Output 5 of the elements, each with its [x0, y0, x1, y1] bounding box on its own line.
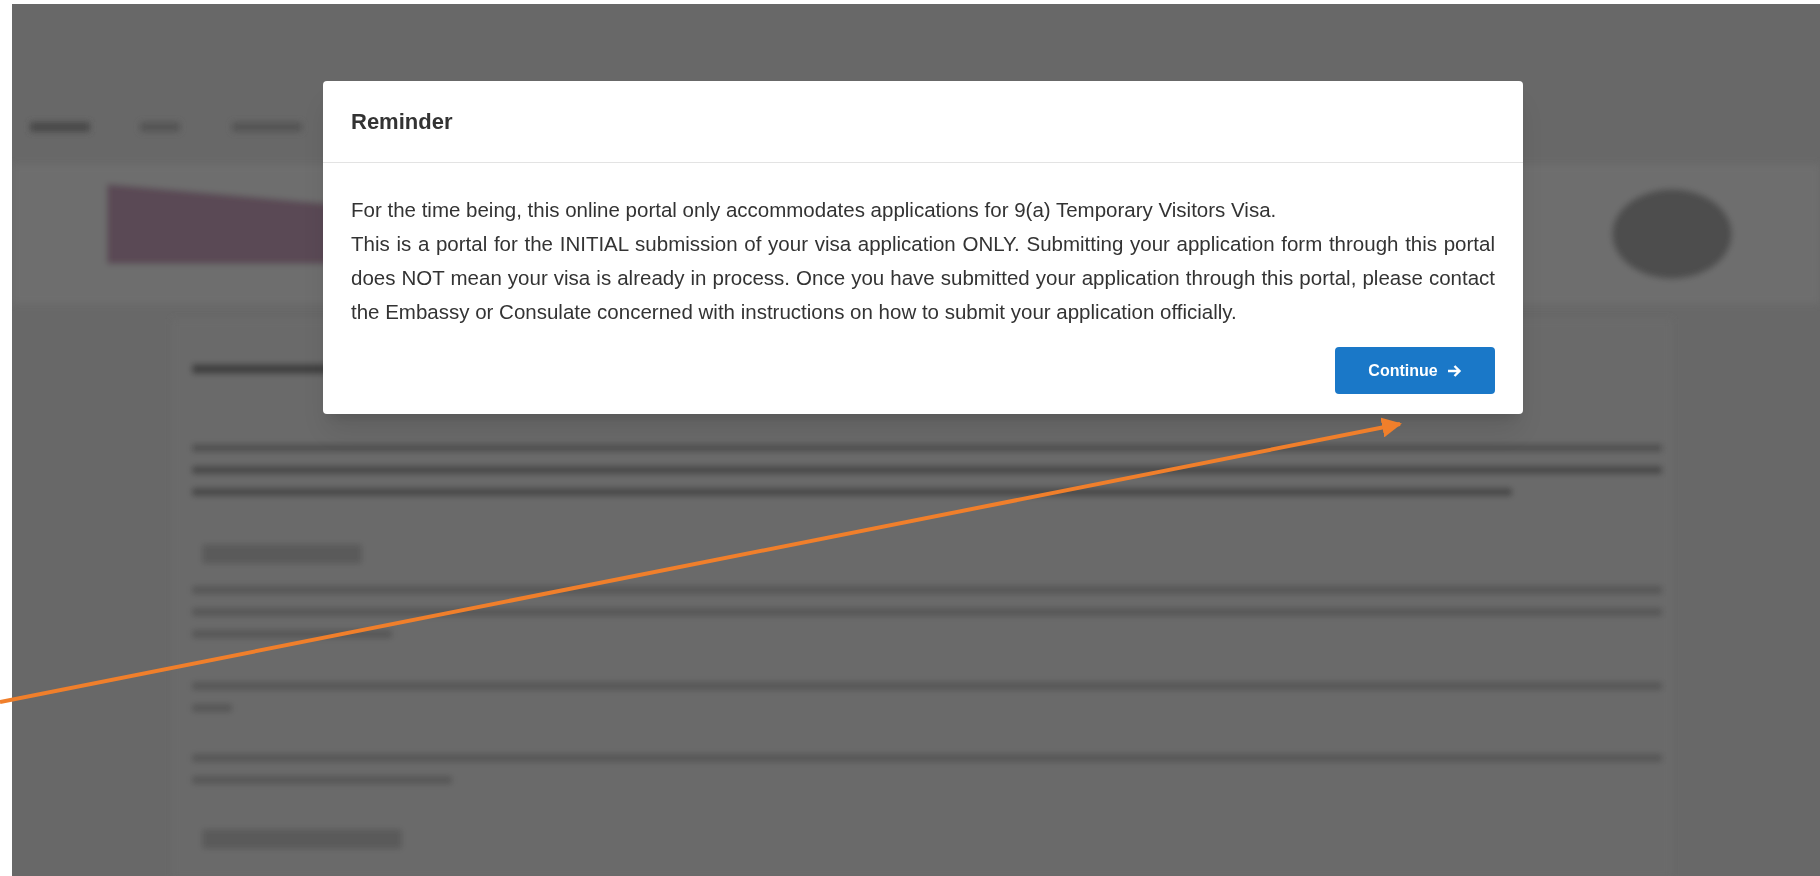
dialog-text: For the time being, this online portal only accommodates applications for 9(a) Temporary Visitors Visa.: [351, 197, 1278, 223]
arrow-right-icon: [1445, 362, 1462, 379]
dialog-title: Reminder: [351, 108, 453, 136]
continue-button[interactable]: Continue: [1335, 347, 1495, 394]
dialog-text: This is a portal for the INITIAL submission of your visa application ONLY. Submitting your application form through this portal does NOT mean your visa is already in process. Once you have submitted your application through this portal, please contact the Embassy or Consulate concerned with instructions on how to submit your application officially.: [351, 231, 1495, 325]
